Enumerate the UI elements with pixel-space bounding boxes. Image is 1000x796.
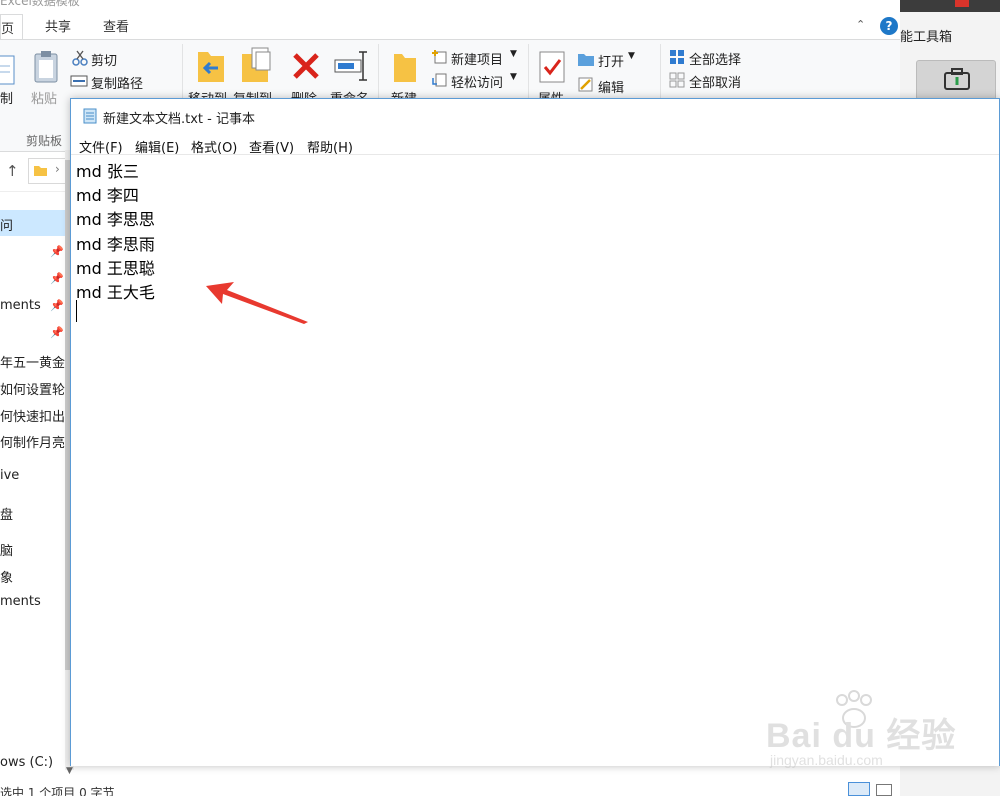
easy-access-icon	[432, 73, 447, 87]
text-editor[interactable]: md 张三 md 李四 md 李思思 md 李思雨 md 王思聪 md 王大毛	[71, 156, 999, 766]
delete-icon	[293, 53, 319, 79]
copy-button[interactable]: 制	[0, 88, 13, 107]
clipboard-group-label: 剪贴板	[26, 134, 63, 148]
pin-icon: 📌	[50, 272, 64, 285]
explorer-title: Excel数据模板	[0, 0, 80, 8]
notepad-icon	[83, 108, 97, 124]
paste-button[interactable]: 粘贴	[31, 88, 57, 107]
dropdown-arrow-icon[interactable]: ▼	[628, 51, 635, 61]
nav-item-quick-access[interactable]: 问	[0, 210, 66, 236]
annotation-arrow-icon	[206, 282, 308, 324]
copy-path-button[interactable]: 复制路径	[91, 73, 143, 92]
watermark-url: jingyan.baidu.com	[770, 752, 883, 768]
menu-help[interactable]: 帮助(H)	[307, 137, 353, 156]
text-caret	[76, 300, 77, 322]
navigation-pane: 问 📌 📌 ments 📌 📌 年五一黄金 如何设置轮播 何快速扣出 何制作月亮…	[0, 195, 78, 770]
select-none-button[interactable]: 全部取消	[689, 72, 741, 91]
text-line: md 李四	[76, 186, 139, 205]
tab-home[interactable]: 页	[0, 14, 24, 39]
edit-button[interactable]: 编辑	[598, 77, 624, 96]
new-item-icon	[432, 50, 447, 64]
select-all-icon	[670, 50, 684, 64]
edit-icon	[578, 77, 593, 92]
rename-icon	[334, 51, 367, 81]
dropdown-arrow-icon[interactable]: ▼	[510, 49, 517, 59]
copy-path-icon	[70, 75, 88, 87]
menu-file[interactable]: 文件(F)	[79, 137, 123, 156]
scissors-icon	[72, 50, 88, 66]
cut-button[interactable]: 剪切	[91, 50, 117, 69]
chevron-up-icon[interactable]: ⌃	[856, 18, 865, 31]
copy-to-icon	[242, 47, 271, 82]
text-line: md 李思思	[76, 210, 155, 229]
menu-bar: 文件(F) 编辑(E) 格式(O) 查看(V) 帮助(H)	[71, 133, 999, 156]
new-folder-icon	[394, 54, 416, 82]
nav-item-local-disk[interactable]: ows (C:)	[0, 755, 53, 770]
new-item-button[interactable]: 新建项目	[451, 49, 503, 68]
watermark-text: Bai du 经验	[766, 717, 957, 755]
nav-item-this-pc[interactable]: 脑	[0, 540, 13, 559]
text-line: md 张三	[76, 162, 139, 181]
tab-view[interactable]: 查看	[103, 16, 129, 35]
menu-edit[interactable]: 编辑(E)	[135, 137, 179, 156]
menu-format[interactable]: 格式(O)	[191, 137, 237, 156]
text-line: md 王思聪	[76, 259, 155, 278]
toolbox-button[interactable]	[916, 60, 996, 100]
pin-icon: 📌	[50, 326, 64, 339]
copy-icon	[0, 55, 15, 85]
help-icon[interactable]: ?	[880, 17, 898, 35]
baidu-watermark: Bai du 经验 jingyan.baidu.com	[760, 690, 955, 780]
nav-item-folder[interactable]: 何快速扣出	[0, 406, 65, 425]
ribbon-tab-bar: 页 共享 查看	[0, 12, 900, 40]
toolbox-icon	[944, 68, 970, 90]
notepad-titlebar[interactable]: 新建文本文档.txt - 记事本	[71, 99, 999, 133]
address-bar-area: ↑ ›	[0, 152, 75, 192]
toolbox-label: 能工具箱	[900, 30, 953, 45]
view-toggle	[846, 780, 896, 796]
dropdown-arrow-icon[interactable]: ▼	[510, 72, 517, 82]
text-line: md 王大毛	[76, 283, 155, 302]
easy-access-button[interactable]: 轻松访问	[451, 72, 503, 91]
move-to-icon	[198, 52, 224, 82]
nav-item-folder[interactable]: 何制作月亮	[0, 432, 65, 451]
status-bar: 选中 1 个项目 0 字节	[0, 780, 900, 796]
open-icon	[578, 54, 594, 66]
details-view-icon[interactable]	[848, 782, 870, 796]
large-icons-view-icon[interactable]	[876, 784, 892, 796]
app-badge	[955, 0, 969, 7]
taskbar-strip	[900, 0, 1000, 12]
menu-view[interactable]: 查看(V)	[249, 137, 294, 156]
tab-share[interactable]: 共享	[45, 16, 71, 35]
explorer-titlebar: Excel数据模板	[0, 0, 1000, 8]
up-arrow-icon[interactable]: ↑	[6, 162, 19, 180]
status-text: 选中 1 个项目 0 字节	[0, 786, 115, 796]
notepad-window[interactable]: 新建文本文档.txt - 记事本 文件(F) 编辑(E) 格式(O) 查看(V)…	[70, 98, 1000, 766]
pin-icon: 📌	[50, 245, 64, 258]
nav-item-onedrive[interactable]: ive	[0, 468, 19, 483]
paste-icon	[34, 51, 58, 83]
folder-icon	[34, 166, 47, 176]
select-none-icon	[669, 72, 685, 88]
nav-item-documents[interactable]: ments	[0, 594, 41, 609]
properties-icon	[539, 51, 565, 83]
nav-item-documents[interactable]: ments	[0, 298, 41, 313]
chevron-right-icon: ›	[55, 162, 60, 176]
scroll-down-icon[interactable]: ▼	[66, 766, 73, 776]
pin-icon: 📌	[50, 299, 64, 312]
nav-item-drive[interactable]: 盘	[0, 504, 13, 523]
window-title: 新建文本文档.txt - 记事本	[103, 112, 255, 127]
text-line: md 李思雨	[76, 235, 155, 254]
nav-item-folder[interactable]: 年五一黄金	[0, 352, 65, 371]
open-button[interactable]: 打开	[598, 51, 624, 70]
nav-item-3d-objects[interactable]: 象	[0, 567, 13, 586]
select-all-button[interactable]: 全部选择	[689, 49, 741, 68]
